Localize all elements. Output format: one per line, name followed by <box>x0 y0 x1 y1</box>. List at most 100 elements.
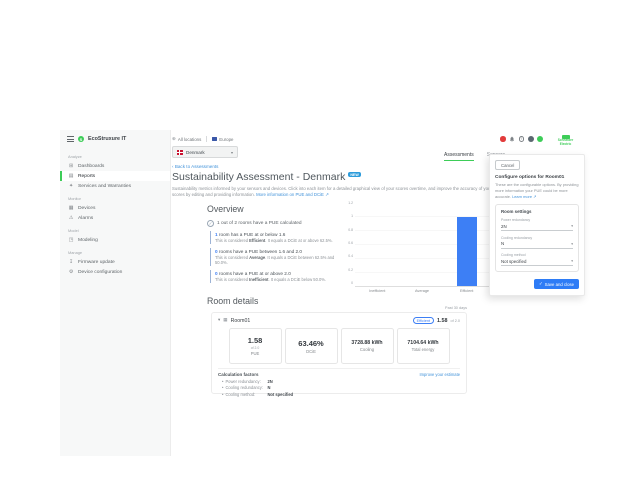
overview-item-description: This is considered Efficient. It equals … <box>215 238 340 243</box>
overview-item[interactable]: 0 rooms have a PUE between 1.6 and 2.0Th… <box>210 248 340 266</box>
globe-icon: ⊕ <box>172 137 176 142</box>
overview-item-text: room has a PUE at or below 1.6 <box>218 232 286 237</box>
metric-card-pue: 1.58of 2.0PUE <box>229 328 282 364</box>
save-and-close-button[interactable]: ✓ Save and close <box>534 279 579 289</box>
breadcrumb-europe[interactable]: Europe <box>212 137 233 142</box>
learn-more-link[interactable]: Learn more <box>512 194 532 199</box>
room-details-heading: Room details <box>207 296 258 306</box>
back-to-assessments-link[interactable]: ‹ Back to Assessments <box>172 164 218 169</box>
schneider-electric-logo: Schneider Electric <box>549 133 582 148</box>
sidebar-item-alarms[interactable]: ⚠ Alarms <box>60 213 170 223</box>
metric-value: 7104.64 kWh <box>407 340 438 346</box>
calculation-factors: Calculation factors •Power redundancy:2N… <box>218 368 460 398</box>
panel-title: Configure options for Room01 <box>495 175 579 180</box>
y-tick-label: 1 <box>351 214 353 218</box>
y-tick-label: 0.4 <box>348 254 353 258</box>
services-icon: ✦ <box>68 184 74 189</box>
sidebar-section-label: Model <box>68 228 162 233</box>
sidebar-item-label: Firmware update <box>78 260 115 265</box>
overview-item-text: rooms have a PUE between 1.6 and 2.0 <box>218 249 302 254</box>
considered-label: Average <box>249 255 265 260</box>
chart-bar-efficient <box>457 217 477 286</box>
metric-cards-row: 1.58of 2.0PUE63.46%DCiE3728.88 kWhCoolin… <box>212 328 466 364</box>
ecostruxure-logo-icon: S <box>78 136 84 142</box>
bullet-icon: • <box>222 392 223 399</box>
breadcrumb-label: All locations <box>178 137 201 142</box>
panel-description: These are the configurable options. By p… <box>495 182 579 200</box>
metric-sub: of 2.0 <box>251 346 259 350</box>
select-field-cooling-method[interactable]: Cooling methodNot specified▾ <box>501 253 573 266</box>
sidebar: S EcoStruxure IT Analyze⊞Dashboards▤Repo… <box>60 130 171 456</box>
more-info-link[interactable]: More information on PUE and DCiE <box>256 192 324 197</box>
external-link-icon: ↗ <box>325 192 329 197</box>
y-tick-label: 0 <box>351 281 353 285</box>
select-field-cooling-redundancy[interactable]: Cooling redundancyN▾ <box>501 236 573 249</box>
sidebar-item-modeling[interactable]: ◳ Modeling <box>60 235 170 245</box>
modeling-icon: ◳ <box>68 238 74 243</box>
breadcrumb-all-locations[interactable]: ⊕ All locations <box>172 137 201 142</box>
factor-row: •Cooling method:Not specified <box>222 392 460 399</box>
denmark-flag-icon <box>177 150 183 155</box>
x-tick-label: Inefficient <box>355 289 400 296</box>
topbar-icons: ? <box>500 136 543 142</box>
room-icon: ▦ <box>223 318 227 323</box>
firmware-update-icon: ↧ <box>68 260 74 265</box>
sidebar-item-label: Modeling <box>78 238 98 243</box>
field-value: Not specified <box>501 259 573 264</box>
caret-down-icon: ▾ <box>231 150 233 155</box>
user-avatar[interactable] <box>528 136 534 142</box>
sidebar-section-label: Monitor <box>68 196 162 201</box>
account-avatar[interactable] <box>537 136 543 142</box>
overview-item-description: This is considered Inefficient. It equal… <box>215 277 340 282</box>
metric-card-dcie: 63.46%DCiE <box>285 328 338 364</box>
alarms-icon: ⚠ <box>68 216 74 221</box>
reports-icon: ▤ <box>68 174 74 179</box>
notification-badge[interactable] <box>500 136 506 142</box>
improve-estimate-link[interactable]: Improve your estimate <box>420 372 461 377</box>
sidebar-section-label: Manage <box>68 250 162 255</box>
sidebar-item-label: Reports <box>78 174 95 179</box>
tab-assessments[interactable]: Assessments <box>444 152 474 161</box>
sidebar-item-label: Dashboards <box>78 164 104 169</box>
location-select-value: Denmark <box>186 150 205 155</box>
help-icon[interactable]: ? <box>519 136 525 142</box>
overview-item[interactable]: 0 rooms have a PUE at or above 2.0This i… <box>210 270 340 283</box>
cancel-button[interactable]: Cancel <box>495 160 520 170</box>
hamburger-menu-icon[interactable] <box>67 136 74 142</box>
chevron-left-icon: ‹ <box>172 164 174 169</box>
room-row[interactable]: ▾ ▦ Room01 Efficient 1.58 of 2.0 <box>212 313 466 327</box>
sidebar-item-reports[interactable]: ▤ Reports <box>60 171 170 181</box>
x-tick-label: Average <box>400 289 445 296</box>
overview-item-title: 0 rooms have a PUE between 1.6 and 2.0 <box>215 249 340 254</box>
chart-x-axis: InefficientAverageEfficient <box>355 289 489 296</box>
room-settings-card: Room settings Power redundancy2N▾Cooling… <box>495 204 579 273</box>
external-link-icon: ↗ <box>533 194 536 199</box>
room-pue-scale: of 2.0 <box>451 319 461 323</box>
sidebar-item-label: Services and Warranties <box>78 184 131 189</box>
caret-down-icon[interactable]: ▾ <box>218 318 220 323</box>
y-tick-label: 0.2 <box>348 268 353 272</box>
sidebar-item-label: Device configuration <box>78 270 122 275</box>
overview-item[interactable]: 1 room has a PUE at or below 1.6This is … <box>210 231 340 244</box>
breadcrumb-label: Europe <box>219 137 233 142</box>
overview-item-title: 1 room has a PUE at or below 1.6 <box>215 232 340 237</box>
select-field-power-redundancy[interactable]: Power redundancy2N▾ <box>501 218 573 231</box>
breadcrumb-divider <box>206 136 207 142</box>
sidebar-item-label: Devices <box>78 206 95 211</box>
chart-y-axis: 1.210.80.60.40.20 <box>343 201 355 285</box>
page-description: Sustainability metrics informed by your … <box>172 186 494 199</box>
check-icon: ✓ <box>539 281 543 287</box>
sidebar-item-device-configuration[interactable]: ⚙Device configuration <box>60 267 170 277</box>
sidebar-item-firmware-update[interactable]: ↧ Firmware update <box>60 257 170 267</box>
sidebar-header: S EcoStruxure IT <box>60 130 170 149</box>
app-logo-text: EcoStruxure IT <box>88 136 126 142</box>
sidebar-item-label: Alarms <box>78 216 93 221</box>
metric-value: 63.46% <box>298 339 323 348</box>
configure-options-panel: Cancel Configure options for Room01 Thes… <box>489 154 585 296</box>
bell-icon[interactable] <box>509 136 515 142</box>
location-select[interactable]: Denmark ▾ <box>172 146 238 158</box>
sidebar-item-services-and-warranties[interactable]: ✦ Services and Warranties <box>60 181 170 191</box>
field-label: Cooling redundancy <box>501 236 573 240</box>
sidebar-item-dashboards[interactable]: ⊞Dashboards <box>60 161 170 171</box>
sidebar-item-devices[interactable]: ▦Devices <box>60 203 170 213</box>
